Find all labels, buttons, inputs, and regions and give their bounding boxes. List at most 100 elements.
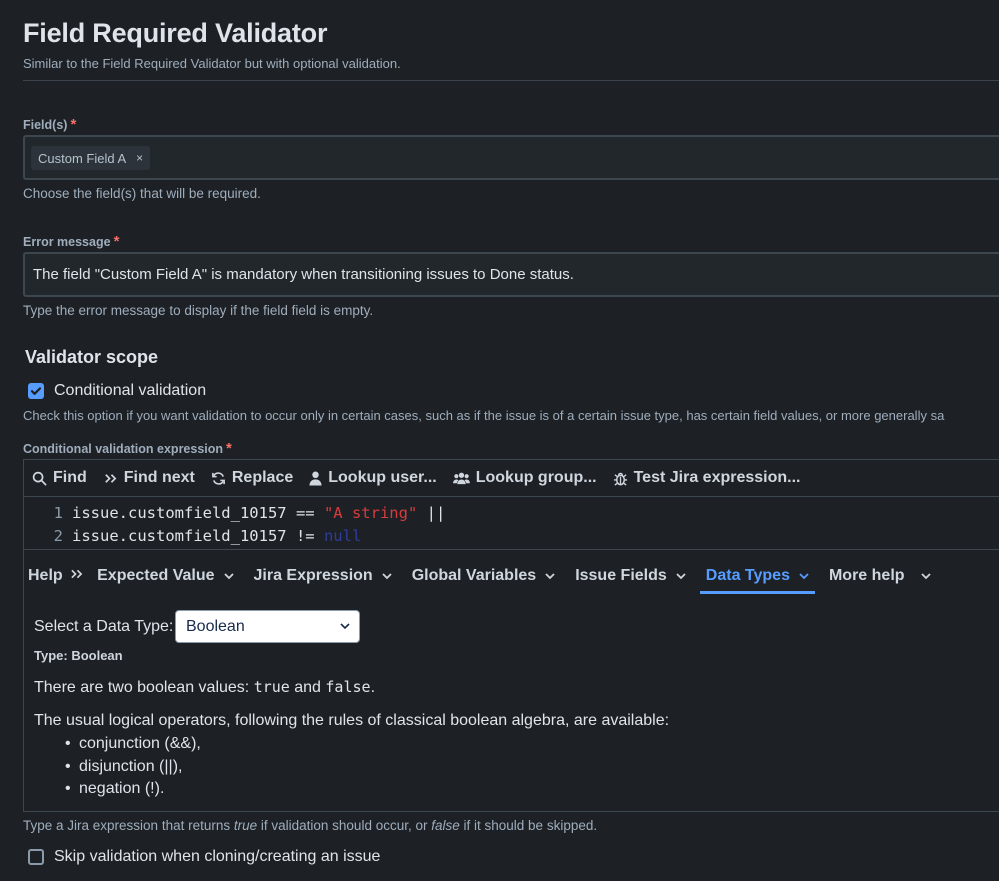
chevron-down-icon <box>545 572 555 579</box>
skip-validation-label[interactable]: Skip validation when cloning/creating an… <box>54 848 380 866</box>
field-chip-label: Custom Field A <box>38 150 127 166</box>
replace-button[interactable]: Replace <box>211 469 293 487</box>
validator-scope-title: Validator scope <box>25 347 159 367</box>
chip-remove-icon[interactable]: × <box>136 151 143 165</box>
text-span: and <box>289 679 326 696</box>
conditional-validation-label[interactable]: Conditional validation <box>54 382 206 400</box>
conditional-validation-checkbox[interactable] <box>28 383 44 399</box>
find-next-button[interactable]: Find next <box>103 469 195 487</box>
tab-data-types[interactable]: Data Types <box>699 558 815 594</box>
bug-icon <box>613 472 627 486</box>
code-null-token: null <box>323 527 362 545</box>
lookup-group-button[interactable]: Lookup group... <box>452 469 597 487</box>
user-icon <box>309 471 322 485</box>
code-string-token: "A string" <box>323 504 418 522</box>
header-divider <box>23 80 999 81</box>
field-chip: Custom Field A × <box>31 146 151 170</box>
required-mark: * <box>113 233 120 250</box>
tab-expected-value[interactable]: Expected Value <box>91 558 239 594</box>
help-label-text: Help <box>28 567 63 584</box>
chevron-down-icon <box>676 572 686 579</box>
data-type-select[interactable]: Boolean <box>175 610 360 643</box>
chevron-down-icon <box>920 572 931 579</box>
error-message-label-text: Error message <box>23 235 111 249</box>
fields-label: Field(s) * <box>23 116 76 133</box>
fields-select[interactable]: Custom Field A × <box>23 135 999 180</box>
test-jira-expression-button[interactable]: Test Jira expression... <box>613 469 801 487</box>
text-span: if validation should occur, or <box>257 818 432 833</box>
code-token: || <box>417 504 446 522</box>
expression-editor: Find Find next Replace Lookup user... Lo… <box>23 459 999 812</box>
text-span: true <box>233 818 258 833</box>
text-span: There are two boolean values: <box>34 679 254 696</box>
check-icon <box>30 387 42 395</box>
data-type-select-label: Select a Data Type: <box>34 618 174 635</box>
error-message-value: The field "Custom Field A" is mandatory … <box>33 266 574 283</box>
text-span: Type a Jira expression that returns <box>23 818 234 833</box>
double-chevron-icon <box>104 473 117 483</box>
fields-label-text: Field(s) <box>23 118 68 132</box>
text-span: false <box>431 818 460 833</box>
lookup-user-button[interactable]: Lookup user... <box>309 469 437 487</box>
list-item: disjunction (||), <box>65 758 201 781</box>
group-icon <box>452 472 470 484</box>
expression-label: Conditional validation expression * <box>23 440 232 457</box>
text-span: if it should be skipped. <box>459 818 598 833</box>
chevron-down-icon <box>799 572 809 579</box>
list-item: conjunction (&&), <box>65 735 201 758</box>
tab-label: Issue Fields <box>575 567 667 584</box>
text-span: . <box>370 679 376 696</box>
tab-jira-expression[interactable]: Jira Expression <box>248 558 398 594</box>
conditional-validation-helper: Check this option if you want validation… <box>23 408 945 423</box>
required-mark: * <box>70 116 77 133</box>
lookup-user-label: Lookup user... <box>328 469 437 486</box>
chevron-down-icon <box>340 623 350 630</box>
error-message-label: Error message * <box>23 233 119 250</box>
lookup-group-label: Lookup group... <box>475 469 597 486</box>
chevron-down-icon <box>382 572 392 579</box>
editor-toolbar: Find Find next Replace Lookup user... Lo… <box>24 460 999 497</box>
operators-text: The usual logical operators, following t… <box>34 712 670 729</box>
code-token: issue.customfield_10157 == <box>72 504 324 522</box>
data-type-select-value: Boolean <box>186 617 245 635</box>
replace-label: Replace <box>231 469 294 486</box>
required-mark: * <box>226 440 232 457</box>
error-message-helper: Type the error message to display if the… <box>23 303 374 318</box>
list-item: negation (!). <box>65 780 201 803</box>
code-area[interactable]: 1 issue.customfield_10157 == "A string" … <box>24 498 999 550</box>
tab-label: Global Variables <box>411 567 537 584</box>
expression-label-text: Conditional validation expression <box>23 442 224 456</box>
code-false: false <box>325 678 371 696</box>
code-true: true <box>253 678 290 696</box>
code-line: 2 issue.customfield_10157 != null <box>24 525 362 547</box>
tab-issue-fields[interactable]: Issue Fields <box>569 558 692 594</box>
tab-label: Jira Expression <box>253 567 373 584</box>
chevron-down-icon <box>223 572 234 579</box>
skip-validation-checkbox[interactable] <box>28 849 44 865</box>
expression-helper: Type a Jira expression that returns true… <box>23 818 597 833</box>
replace-icon <box>211 471 225 485</box>
code-token: issue.customfield_10157 != <box>72 527 324 545</box>
operators-list: conjunction (&&), disjunction (||), nega… <box>65 735 201 803</box>
tab-global-variables[interactable]: Global Variables <box>406 558 562 594</box>
find-next-label: Find next <box>123 469 195 486</box>
tab-label: Expected Value <box>97 567 215 584</box>
boolean-values-text: There are two boolean values: true and f… <box>34 678 375 697</box>
search-icon <box>32 471 47 485</box>
line-number: 1 <box>53 504 63 522</box>
error-message-input[interactable]: The field "Custom Field A" is mandatory … <box>23 252 999 297</box>
tab-label: More help <box>828 567 905 584</box>
tab-label: Data Types <box>705 567 790 584</box>
line-number: 2 <box>53 527 63 545</box>
find-label: Find <box>53 469 87 486</box>
help-label: Help <box>28 567 83 585</box>
tab-more-help[interactable]: More help <box>823 558 937 594</box>
help-tabs: Help Expected Value Jira Expression Glob… <box>24 558 999 594</box>
fields-helper: Choose the field(s) that will be require… <box>23 186 261 201</box>
test-jira-expression-label: Test Jira expression... <box>633 469 801 486</box>
find-button[interactable]: Find <box>32 469 87 487</box>
double-chevron-icon <box>71 569 83 579</box>
code-line: 1 issue.customfield_10157 == "A string" … <box>24 502 446 524</box>
type-heading: Type: Boolean <box>34 648 123 663</box>
page-title: Field Required Validator <box>23 18 328 48</box>
